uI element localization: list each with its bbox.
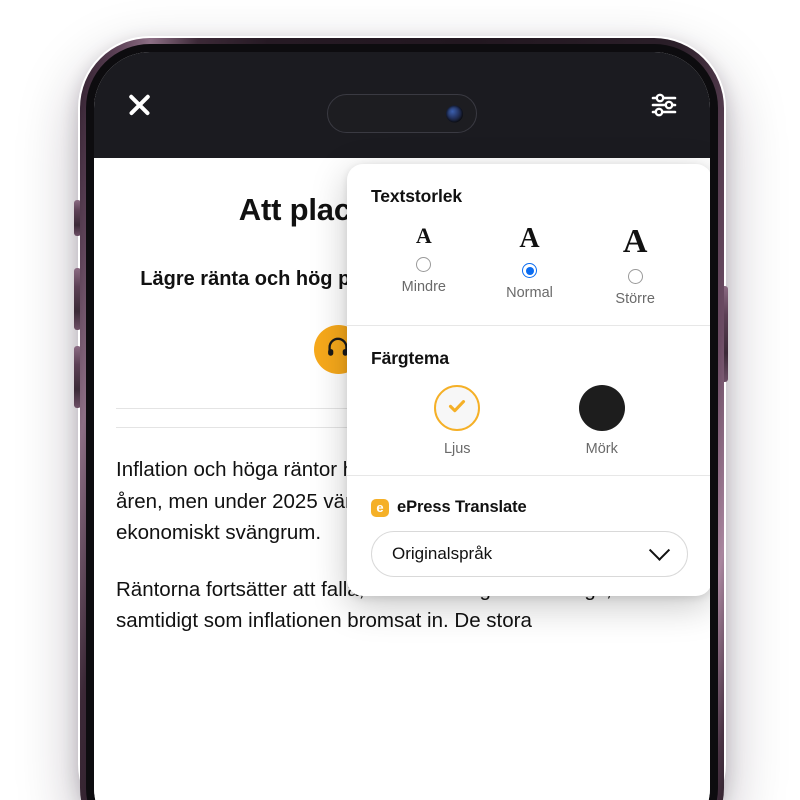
radio-normal[interactable] — [522, 263, 537, 278]
radio-larger[interactable] — [627, 269, 643, 284]
close-icon[interactable] — [120, 86, 158, 124]
letter-a-icon: A — [622, 223, 648, 260]
reader-topbar — [94, 52, 710, 158]
text-size-options: A Mindre A Normal A Större — [371, 223, 688, 308]
text-size-option-normal[interactable]: A Normal — [477, 225, 583, 307]
translate-brand: e ePress Translate — [371, 498, 688, 517]
text-size-title: Textstorlek — [371, 186, 462, 206]
text-size-option-larger[interactable]: A Större — [582, 223, 688, 308]
epress-logo-icon: e — [371, 498, 389, 517]
camera-lens-icon — [446, 105, 463, 122]
color-theme-options: Ljus Mörk — [371, 385, 688, 457]
translate-section: e ePress Translate Originalspråk — [347, 476, 710, 595]
color-theme-section: Färgtema Ljus Mörk — [347, 326, 710, 475]
theme-option-dark[interactable]: Mörk — [530, 385, 675, 457]
check-icon — [445, 394, 469, 423]
color-theme-title: Färgtema — [371, 348, 449, 368]
text-size-label: Mindre — [401, 279, 446, 295]
text-size-label: Normal — [506, 285, 553, 301]
letter-a-icon: A — [415, 223, 432, 248]
text-size-option-smaller[interactable]: A Mindre — [371, 225, 477, 307]
theme-label: Ljus — [443, 441, 471, 457]
dark-swatch[interactable] — [578, 385, 625, 431]
language-select-value: Originalspråk — [392, 544, 493, 563]
theme-label: Mörk — [585, 441, 618, 457]
radio-smaller[interactable] — [416, 257, 432, 272]
letter-a-icon: A — [519, 223, 540, 254]
phone-screen: Att placera avkastning Lägre ränta och h… — [94, 52, 710, 800]
chevron-down-icon — [648, 539, 671, 561]
sliders-icon[interactable] — [644, 85, 684, 125]
phone-frame: Att placera avkastning Lägre ränta och h… — [80, 38, 724, 800]
reader-settings-panel: Textstorlek A Mindre A Normal A Större F… — [347, 164, 710, 596]
screenshot-root: Att placera avkastning Lägre ränta och h… — [0, 0, 800, 800]
text-size-label: Större — [615, 291, 655, 307]
text-size-section: Textstorlek A Mindre A Normal A Större — [347, 164, 710, 325]
dynamic-island — [327, 94, 477, 133]
language-select[interactable]: Originalspråk — [371, 531, 688, 577]
translate-brand-name: ePress Translate — [397, 498, 527, 516]
theme-option-light[interactable]: Ljus — [385, 385, 530, 457]
light-swatch[interactable] — [434, 385, 481, 431]
